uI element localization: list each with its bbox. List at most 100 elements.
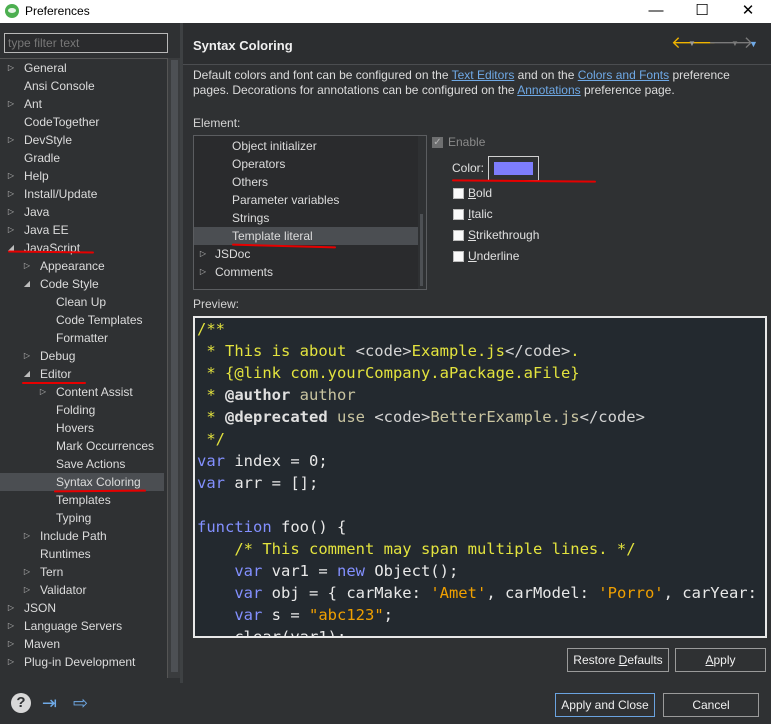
element-list-item[interactable]: Object initializer [194, 137, 419, 155]
collapsed-chevron-icon[interactable]: ▷ [22, 257, 32, 275]
collapsed-chevron-icon[interactable]: ▷ [6, 653, 16, 671]
close-button[interactable]: ✕ [725, 0, 771, 23]
expanded-chevron-icon[interactable]: ◢ [22, 365, 32, 383]
sash[interactable] [180, 23, 183, 683]
tree-item[interactable]: ▷ Include Path [0, 527, 164, 545]
preview-editor[interactable]: /** * This is about <code>Example.js</co… [193, 316, 767, 638]
sidebar-scrollbar[interactable] [167, 58, 180, 678]
tree-item-label: Clean Up [56, 295, 107, 309]
collapsed-chevron-icon[interactable]: ▷ [6, 95, 16, 113]
tree-item[interactable]: ▷ Language Servers [0, 617, 164, 635]
collapsed-chevron-icon[interactable]: ▷ [6, 59, 16, 77]
collapsed-chevron-icon[interactable]: ▷ [6, 131, 16, 149]
tree-item[interactable]: Syntax Coloring [0, 473, 164, 491]
collapsed-chevron-icon[interactable]: ▷ [6, 167, 16, 185]
import-icon[interactable]: ⇥ [42, 693, 57, 714]
apply-and-close-button[interactable]: Apply and Close [555, 693, 655, 717]
scrollbar-thumb[interactable] [171, 60, 178, 672]
collapsed-chevron-icon[interactable]: ▷ [6, 617, 16, 635]
tree-item[interactable]: ▷ Validator [0, 581, 164, 599]
element-list-item[interactable]: Others [194, 173, 419, 191]
element-list-scrollbar[interactable] [418, 136, 426, 289]
tree-item[interactable]: ▷ Help [0, 167, 164, 185]
maximize-button[interactable]: ☐ [679, 0, 725, 23]
tree-item[interactable]: ▷ Install/Update [0, 185, 164, 203]
expanded-chevron-icon[interactable]: ◢ [22, 275, 32, 293]
collapsed-chevron-icon[interactable]: ▷ [6, 185, 16, 203]
element-list-item[interactable]: ▷ JSDoc [194, 245, 419, 263]
help-icon[interactable]: ? [11, 693, 31, 713]
element-list-item[interactable]: ▷ Comments [194, 263, 419, 281]
tree-item[interactable]: Code Templates [0, 311, 164, 329]
tree-item[interactable]: Save Actions [0, 455, 164, 473]
enable-checkbox[interactable]: ✓ [432, 137, 443, 148]
filter-input[interactable] [4, 33, 168, 53]
underline-checkbox[interactable] [453, 251, 464, 262]
tree-item[interactable]: Ansi Console [0, 77, 164, 95]
element-list-item[interactable]: Parameter variables [194, 191, 419, 209]
tree-item[interactable]: Mark Occurrences [0, 437, 164, 455]
italic-label: Italic [468, 207, 493, 221]
tree-item[interactable]: Clean Up [0, 293, 164, 311]
colors-and-fonts-link[interactable]: Colors and Fonts [578, 68, 669, 82]
bold-checkbox[interactable] [453, 188, 464, 199]
collapsed-chevron-icon[interactable]: ▷ [22, 581, 32, 599]
collapsed-chevron-icon[interactable]: ▷ [22, 563, 32, 581]
collapsed-chevron-icon[interactable]: ▷ [6, 599, 16, 617]
tree-item[interactable]: ◢ Editor [0, 365, 164, 383]
tree-item[interactable]: ▷ Content Assist [0, 383, 164, 401]
element-list-item[interactable]: Operators [194, 155, 419, 173]
preview-code: /** * This is about <code>Example.js</co… [197, 320, 757, 638]
annotation-mark [22, 382, 86, 384]
chevron-down-icon[interactable]: ▼ [731, 39, 739, 48]
tree-item[interactable]: CodeTogether [0, 113, 164, 131]
tree-item[interactable]: ▷ Java EE [0, 221, 164, 239]
cancel-button[interactable]: Cancel [663, 693, 759, 717]
collapsed-chevron-icon[interactable]: ▷ [6, 221, 16, 239]
tree-item[interactable]: Gradle [0, 149, 164, 167]
tree-item[interactable]: Typing [0, 509, 164, 527]
text-editors-link[interactable]: Text Editors [452, 68, 515, 82]
chevron-down-icon[interactable]: ▼ [688, 39, 696, 48]
tree-item-label: Java EE [24, 223, 69, 237]
collapsed-chevron-icon[interactable]: ▷ [22, 527, 32, 545]
annotations-link[interactable]: Annotations [517, 83, 580, 97]
collapsed-chevron-icon[interactable]: ▷ [6, 203, 16, 221]
tree-item[interactable]: ▷ DevStyle [0, 131, 164, 149]
restore-defaults-button[interactable]: Restore Defaults [567, 648, 669, 672]
tree-item[interactable]: ▷ Ant [0, 95, 164, 113]
italic-checkbox[interactable] [453, 209, 464, 220]
tree-item-label: Install/Update [24, 187, 98, 201]
tree-item[interactable]: ▷ Debug [0, 347, 164, 365]
collapsed-chevron-icon[interactable]: ▷ [198, 245, 208, 263]
expanded-chevron-icon[interactable]: ◢ [6, 239, 16, 257]
tree-item[interactable]: Formatter [0, 329, 164, 347]
tree-item[interactable]: ▷ Tern [0, 563, 164, 581]
element-list[interactable]: Object initializer Operators Others Paramet… [193, 135, 427, 290]
tree-item[interactable]: ▷ JSON [0, 599, 164, 617]
collapsed-chevron-icon[interactable]: ▷ [6, 635, 16, 653]
export-icon[interactable]: ⇨ [73, 693, 88, 714]
tree-item[interactable]: ▷ Maven [0, 635, 164, 653]
color-picker-button[interactable] [488, 156, 539, 181]
tree-item[interactable]: ◢ Code Style [0, 275, 164, 293]
collapsed-chevron-icon[interactable]: ▷ [22, 347, 32, 365]
tree-item[interactable]: Templates [0, 491, 164, 509]
apply-button[interactable]: Apply [675, 648, 766, 672]
strikethrough-checkbox[interactable] [453, 230, 464, 241]
tree-item[interactable]: Runtimes [0, 545, 164, 563]
tree-item[interactable]: ▷ Appearance [0, 257, 164, 275]
tree-item[interactable]: ▷ General [0, 59, 164, 77]
tree-item[interactable]: Folding [0, 401, 164, 419]
element-list-item[interactable]: Strings [194, 209, 419, 227]
tree-item[interactable]: ▷ Plug-in Development [0, 653, 164, 671]
scrollbar-thumb[interactable] [420, 214, 423, 286]
collapsed-chevron-icon[interactable]: ▷ [198, 263, 208, 281]
element-list-item[interactable]: Template literal [194, 227, 419, 245]
view-menu-icon[interactable]: ▼ [749, 39, 758, 49]
collapsed-chevron-icon[interactable]: ▷ [38, 383, 48, 401]
minimize-button[interactable]: — [633, 0, 679, 23]
tree-item[interactable]: Hovers [0, 419, 164, 437]
tree-item[interactable]: ▷ Java [0, 203, 164, 221]
tree-item[interactable]: ◢ JavaScript [0, 239, 164, 257]
